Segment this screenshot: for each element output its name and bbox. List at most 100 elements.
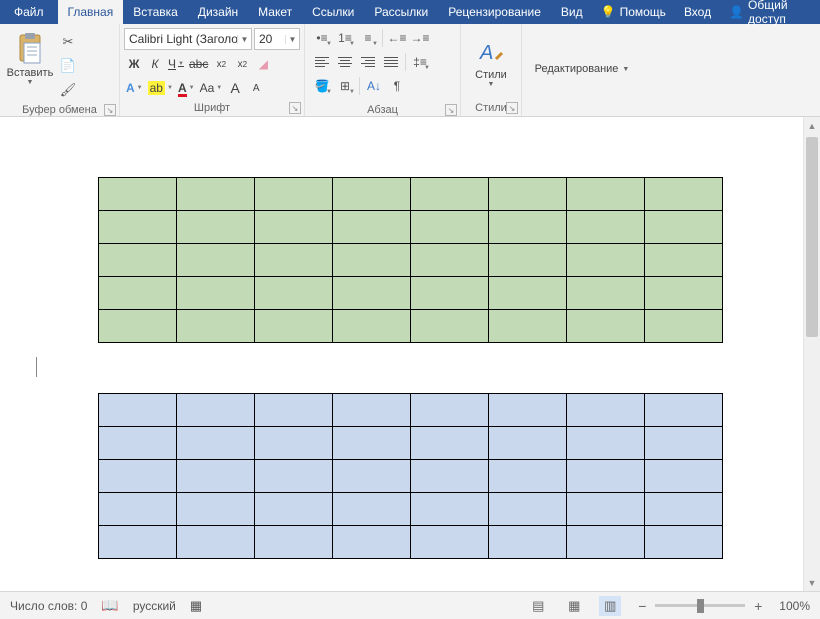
line-spacing-button[interactable]: ‡≡▼ (409, 52, 431, 72)
table-cell[interactable] (411, 427, 489, 460)
table-cell[interactable] (567, 178, 645, 211)
table-cell[interactable] (489, 526, 567, 559)
table-1[interactable] (98, 177, 723, 343)
table-cell[interactable] (177, 244, 255, 277)
table-cell[interactable] (255, 310, 333, 343)
table-cell[interactable] (177, 394, 255, 427)
table-cell[interactable] (177, 493, 255, 526)
show-marks-button[interactable]: ¶ (386, 76, 408, 96)
table-cell[interactable] (333, 427, 411, 460)
table-cell[interactable] (411, 211, 489, 244)
scrollbar-thumb[interactable] (806, 137, 818, 337)
table-cell[interactable] (411, 460, 489, 493)
tab-insert[interactable]: Вставка (123, 0, 188, 24)
table-cell[interactable] (99, 460, 177, 493)
table-cell[interactable] (645, 178, 723, 211)
table-cell[interactable] (645, 526, 723, 559)
table-cell[interactable] (255, 526, 333, 559)
font-color-button[interactable]: A▼ (176, 78, 197, 98)
table-cell[interactable] (645, 427, 723, 460)
styles-dialog-launcher[interactable]: ↘ (506, 102, 518, 114)
table-cell[interactable] (489, 427, 567, 460)
scroll-up-button[interactable]: ▲ (804, 117, 820, 134)
underline-button[interactable]: Ч▼ (166, 54, 186, 74)
zoom-out-button[interactable]: − (635, 598, 649, 614)
spellcheck-icon[interactable]: 📖 (101, 597, 118, 614)
tab-design[interactable]: Дизайн (188, 0, 248, 24)
table-cell[interactable] (333, 526, 411, 559)
table-cell[interactable] (177, 526, 255, 559)
print-layout-button[interactable]: ▦ (563, 596, 585, 616)
table-cell[interactable] (255, 427, 333, 460)
tell-me[interactable]: 💡 Помощь (593, 0, 674, 24)
tab-review[interactable]: Рецензирование (438, 0, 551, 24)
table-cell[interactable] (333, 244, 411, 277)
clipboard-dialog-launcher[interactable]: ↘ (104, 104, 116, 116)
numbering-button[interactable]: 1≡▼ (334, 28, 356, 48)
table-cell[interactable] (177, 277, 255, 310)
table-cell[interactable] (99, 493, 177, 526)
table-cell[interactable] (99, 178, 177, 211)
increase-indent-button[interactable]: →≡ (409, 28, 431, 48)
table-cell[interactable] (489, 460, 567, 493)
table-cell[interactable] (99, 244, 177, 277)
justify-button[interactable] (380, 52, 402, 72)
table-cell[interactable] (645, 277, 723, 310)
table-cell[interactable] (99, 310, 177, 343)
table-cell[interactable] (489, 493, 567, 526)
clear-formatting-button[interactable]: ◢ (253, 54, 273, 74)
share-button[interactable]: 👤 Общий доступ (721, 0, 820, 24)
word-count[interactable]: Число слов: 0 (10, 599, 87, 613)
macro-icon[interactable]: ▦ (190, 598, 202, 614)
font-size-combo[interactable]: 20 ▼ (254, 28, 300, 50)
table-cell[interactable] (255, 493, 333, 526)
table-cell[interactable] (255, 277, 333, 310)
table-cell[interactable] (567, 244, 645, 277)
cut-button[interactable]: ✂ (58, 32, 78, 52)
grow-font-button[interactable]: A (225, 78, 245, 98)
read-mode-button[interactable]: ▤ (527, 596, 549, 616)
sort-button[interactable]: A↓ (363, 76, 385, 96)
table-cell[interactable] (255, 460, 333, 493)
zoom-thumb[interactable] (697, 599, 704, 613)
table-cell[interactable] (99, 277, 177, 310)
borders-button[interactable]: ⊞▼ (334, 76, 356, 96)
zoom-track[interactable] (655, 604, 745, 607)
table-2[interactable] (98, 393, 723, 559)
table-cell[interactable] (177, 310, 255, 343)
table-cell[interactable] (489, 277, 567, 310)
table-cell[interactable] (489, 244, 567, 277)
table-cell[interactable] (489, 211, 567, 244)
table-cell[interactable] (567, 310, 645, 343)
paragraph-dialog-launcher[interactable]: ↘ (445, 104, 457, 116)
table-cell[interactable] (255, 394, 333, 427)
align-right-button[interactable] (357, 52, 379, 72)
table-cell[interactable] (567, 211, 645, 244)
strikethrough-button[interactable]: abc (187, 54, 210, 74)
bullets-button[interactable]: •≡▼ (311, 28, 333, 48)
font-name-combo[interactable]: Calibri Light (Заголовки) ▼ (124, 28, 252, 50)
table-cell[interactable] (567, 277, 645, 310)
shading-button[interactable]: 🪣▼ (311, 76, 333, 96)
table-cell[interactable] (645, 493, 723, 526)
table-cell[interactable] (177, 211, 255, 244)
format-painter-button[interactable]: 🖌 (58, 80, 78, 100)
zoom-in-button[interactable]: + (751, 598, 765, 614)
table-cell[interactable] (177, 427, 255, 460)
subscript-button[interactable]: x2 (211, 54, 231, 74)
table-cell[interactable] (411, 244, 489, 277)
highlight-button[interactable]: ab▼ (146, 78, 175, 98)
table-cell[interactable] (333, 277, 411, 310)
table-cell[interactable] (333, 394, 411, 427)
table-cell[interactable] (645, 244, 723, 277)
shrink-font-button[interactable]: A (246, 78, 266, 98)
table-cell[interactable] (411, 526, 489, 559)
table-cell[interactable] (255, 211, 333, 244)
tab-mailings[interactable]: Рассылки (364, 0, 438, 24)
table-cell[interactable] (567, 493, 645, 526)
table-cell[interactable] (645, 310, 723, 343)
bold-button[interactable]: Ж (124, 54, 144, 74)
table-cell[interactable] (567, 427, 645, 460)
table-cell[interactable] (645, 211, 723, 244)
scroll-down-button[interactable]: ▼ (804, 574, 820, 591)
